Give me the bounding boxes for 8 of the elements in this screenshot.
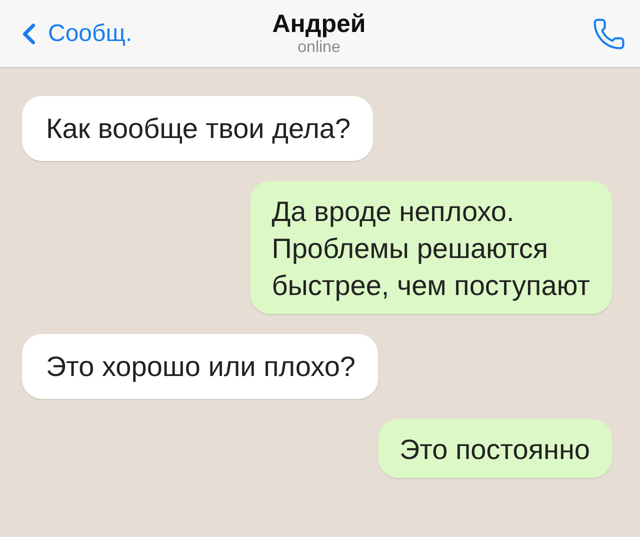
phone-icon[interactable] bbox=[592, 16, 626, 50]
back-link[interactable]: Сообщ. bbox=[12, 16, 132, 50]
outgoing-message: Это постоянно bbox=[378, 419, 612, 478]
incoming-message: Это хорошо или плохо? bbox=[22, 334, 378, 399]
contact-name: Андрей bbox=[272, 10, 366, 39]
incoming-message: Как вообще твои дела? bbox=[22, 96, 373, 161]
outgoing-message: Да вроде неплохо. Проблемы решаются быстрее, чем поступают bbox=[250, 181, 612, 314]
contact-status: online bbox=[298, 39, 340, 57]
